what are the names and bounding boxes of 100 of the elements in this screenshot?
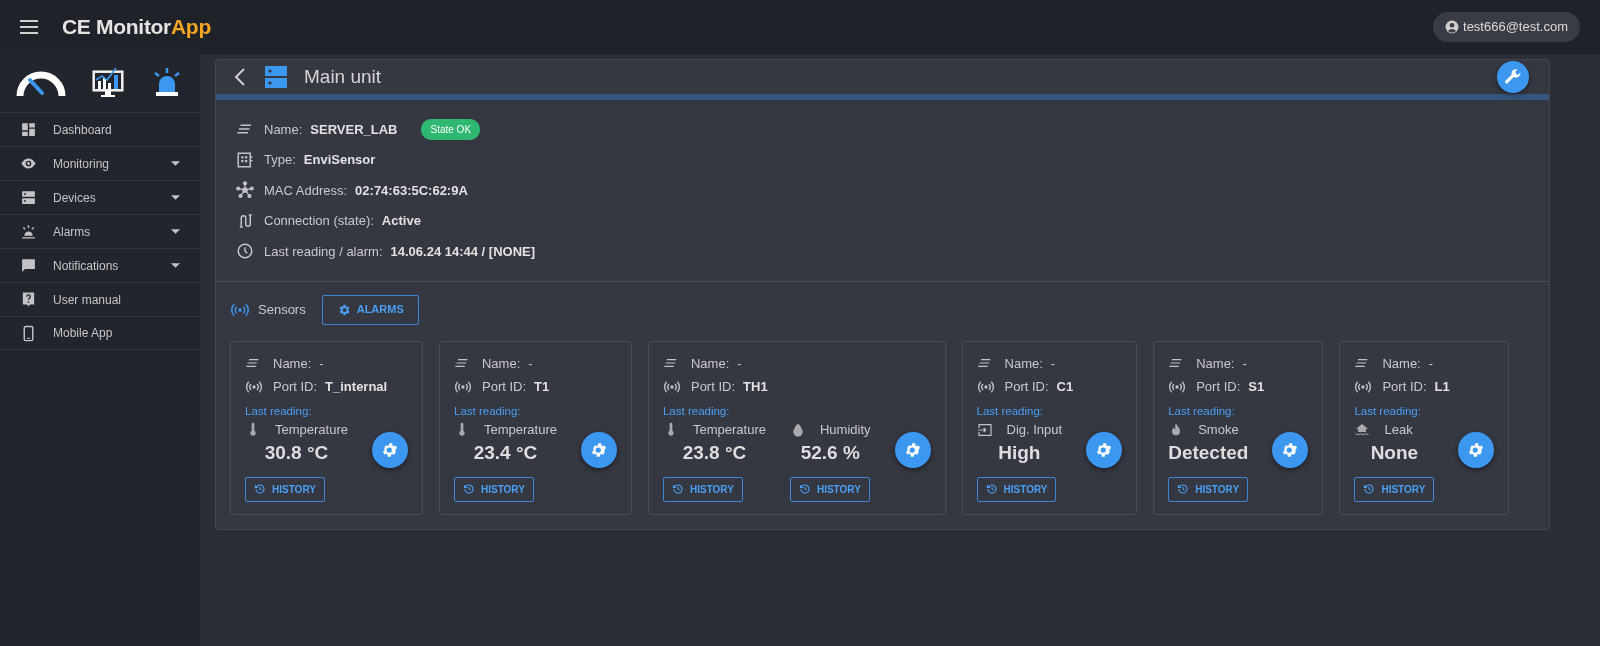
field-value: - <box>1242 354 1247 373</box>
field-label: Name: <box>1382 354 1421 373</box>
field-value: Active <box>381 212 421 230</box>
alarms-button[interactable]: ALARMS <box>321 294 419 325</box>
reading-value: 23.4 °C <box>472 441 539 466</box>
history-button[interactable]: HISTORY <box>245 476 325 502</box>
field-value: 14.06.24 14:44 / [NONE] <box>390 242 536 261</box>
field-label: Last reading / alarm: <box>264 242 383 261</box>
signal-icon <box>454 380 472 393</box>
menu-icon <box>20 20 38 34</box>
sensor-settings-button[interactable] <box>894 431 931 468</box>
sensor-settings-button[interactable] <box>1458 431 1495 468</box>
field-label: Name: <box>273 354 312 373</box>
server-icon <box>20 189 37 206</box>
field-label: Name: <box>264 120 303 139</box>
field-value: - <box>319 354 324 373</box>
account-icon <box>1445 20 1460 34</box>
app-logo-title: CE MonitorApp <box>62 14 211 41</box>
reading-value: High <box>997 441 1042 466</box>
history-icon <box>798 483 811 496</box>
reading-value: 52.6 % <box>799 441 861 466</box>
field-value: L1 <box>1434 378 1450 396</box>
reading-value: 23.8 °C <box>681 441 748 466</box>
signal-icon <box>662 380 681 393</box>
clock-icon <box>236 242 254 261</box>
field-value: T1 <box>534 378 550 396</box>
signal-icon <box>1168 380 1187 393</box>
reading-label: Temperature <box>275 420 348 439</box>
history-icon <box>671 483 684 496</box>
last-reading-label: Last reading: <box>245 403 313 419</box>
last-reading-label: Last reading: <box>1354 403 1422 419</box>
history-button[interactable]: HISTORY <box>1354 476 1435 502</box>
siren-icon <box>20 223 37 240</box>
signal-icon <box>245 380 263 393</box>
sensor-settings-button[interactable] <box>372 431 408 468</box>
user-account-button[interactable]: test666@test.com <box>1433 12 1580 42</box>
reading-label: Smoke <box>1198 420 1239 439</box>
sidebar-item[interactable]: Monitoring <box>0 146 200 180</box>
signal-icon <box>976 380 995 393</box>
sensor-settings-button[interactable] <box>1272 431 1309 468</box>
field-label: Name: <box>1196 354 1235 373</box>
reading-label: Dig. Input <box>1006 420 1063 439</box>
chip-icon <box>236 150 254 169</box>
history-icon <box>985 483 998 496</box>
settings-icon <box>589 440 608 459</box>
field-value: 02:74:63:5C:62:9A <box>355 181 468 200</box>
history-button[interactable]: HISTORY <box>1168 476 1249 502</box>
reading-value: None <box>1369 441 1420 466</box>
settings-icon <box>1095 440 1114 459</box>
field-value: - <box>528 354 533 373</box>
settings-icon <box>381 440 399 459</box>
sidebar-item[interactable]: Alarms <box>0 214 200 248</box>
last-reading-label: Last reading: <box>454 403 522 419</box>
field-label: Name: <box>1004 354 1043 373</box>
gauge-icon <box>16 69 66 97</box>
sensor-settings-button[interactable] <box>580 431 617 468</box>
settings-icon <box>1281 440 1300 459</box>
sidebar-item[interactable]: User manual <box>0 282 200 316</box>
field-value: S1 <box>1248 378 1265 396</box>
flooded-house-icon <box>1354 421 1371 438</box>
back-button[interactable] <box>234 67 248 87</box>
sidebar-item[interactable]: Mobile App <box>0 316 200 350</box>
server-icon <box>264 65 288 89</box>
message-icon <box>20 257 37 274</box>
field-value: - <box>1050 354 1056 373</box>
history-icon <box>1363 483 1376 496</box>
page-title: Main unit <box>304 64 382 89</box>
field-label: Connection (state): <box>264 212 374 230</box>
history-button[interactable]: HISTORY <box>454 476 534 502</box>
gauge-button[interactable] <box>16 69 66 97</box>
reading-value: Detected <box>1168 441 1249 466</box>
field-label: Port ID: <box>273 378 318 396</box>
field-value: C1 <box>1056 378 1074 396</box>
settings-icon <box>903 440 922 459</box>
history-button[interactable]: HISTORY <box>789 476 870 502</box>
menu-button[interactable] <box>20 20 38 34</box>
sensor-settings-button[interactable] <box>1086 431 1123 468</box>
last-reading-label: Last reading: <box>662 403 731 419</box>
sidebar-item[interactable]: Dashboard <box>0 112 200 146</box>
reading-label: Temperature <box>692 420 766 439</box>
settings-button[interactable] <box>1497 61 1529 93</box>
field-label: Port ID: <box>690 378 736 396</box>
last-reading-label: Last reading: <box>976 403 1045 419</box>
sidebar-item[interactable]: Notifications <box>0 248 200 282</box>
field-label: Type: <box>264 151 296 169</box>
wrench-icon <box>1504 68 1522 86</box>
history-button[interactable]: HISTORY <box>976 476 1057 502</box>
reading-value: 30.8 °C <box>263 441 330 466</box>
history-button[interactable]: HISTORY <box>662 476 743 502</box>
status-badge: State OK <box>421 118 481 140</box>
field-label: MAC Address: <box>264 181 348 200</box>
reading-label: Leak <box>1384 420 1413 439</box>
history-icon <box>1177 483 1190 496</box>
field-value: EnviSensor <box>303 151 376 169</box>
input-icon <box>976 421 993 438</box>
field-value: - <box>1428 354 1434 373</box>
history-icon <box>254 483 266 496</box>
field-label: Name: <box>690 354 730 373</box>
sidebar-item[interactable]: Devices <box>0 180 200 214</box>
settings-icon <box>1467 440 1486 459</box>
